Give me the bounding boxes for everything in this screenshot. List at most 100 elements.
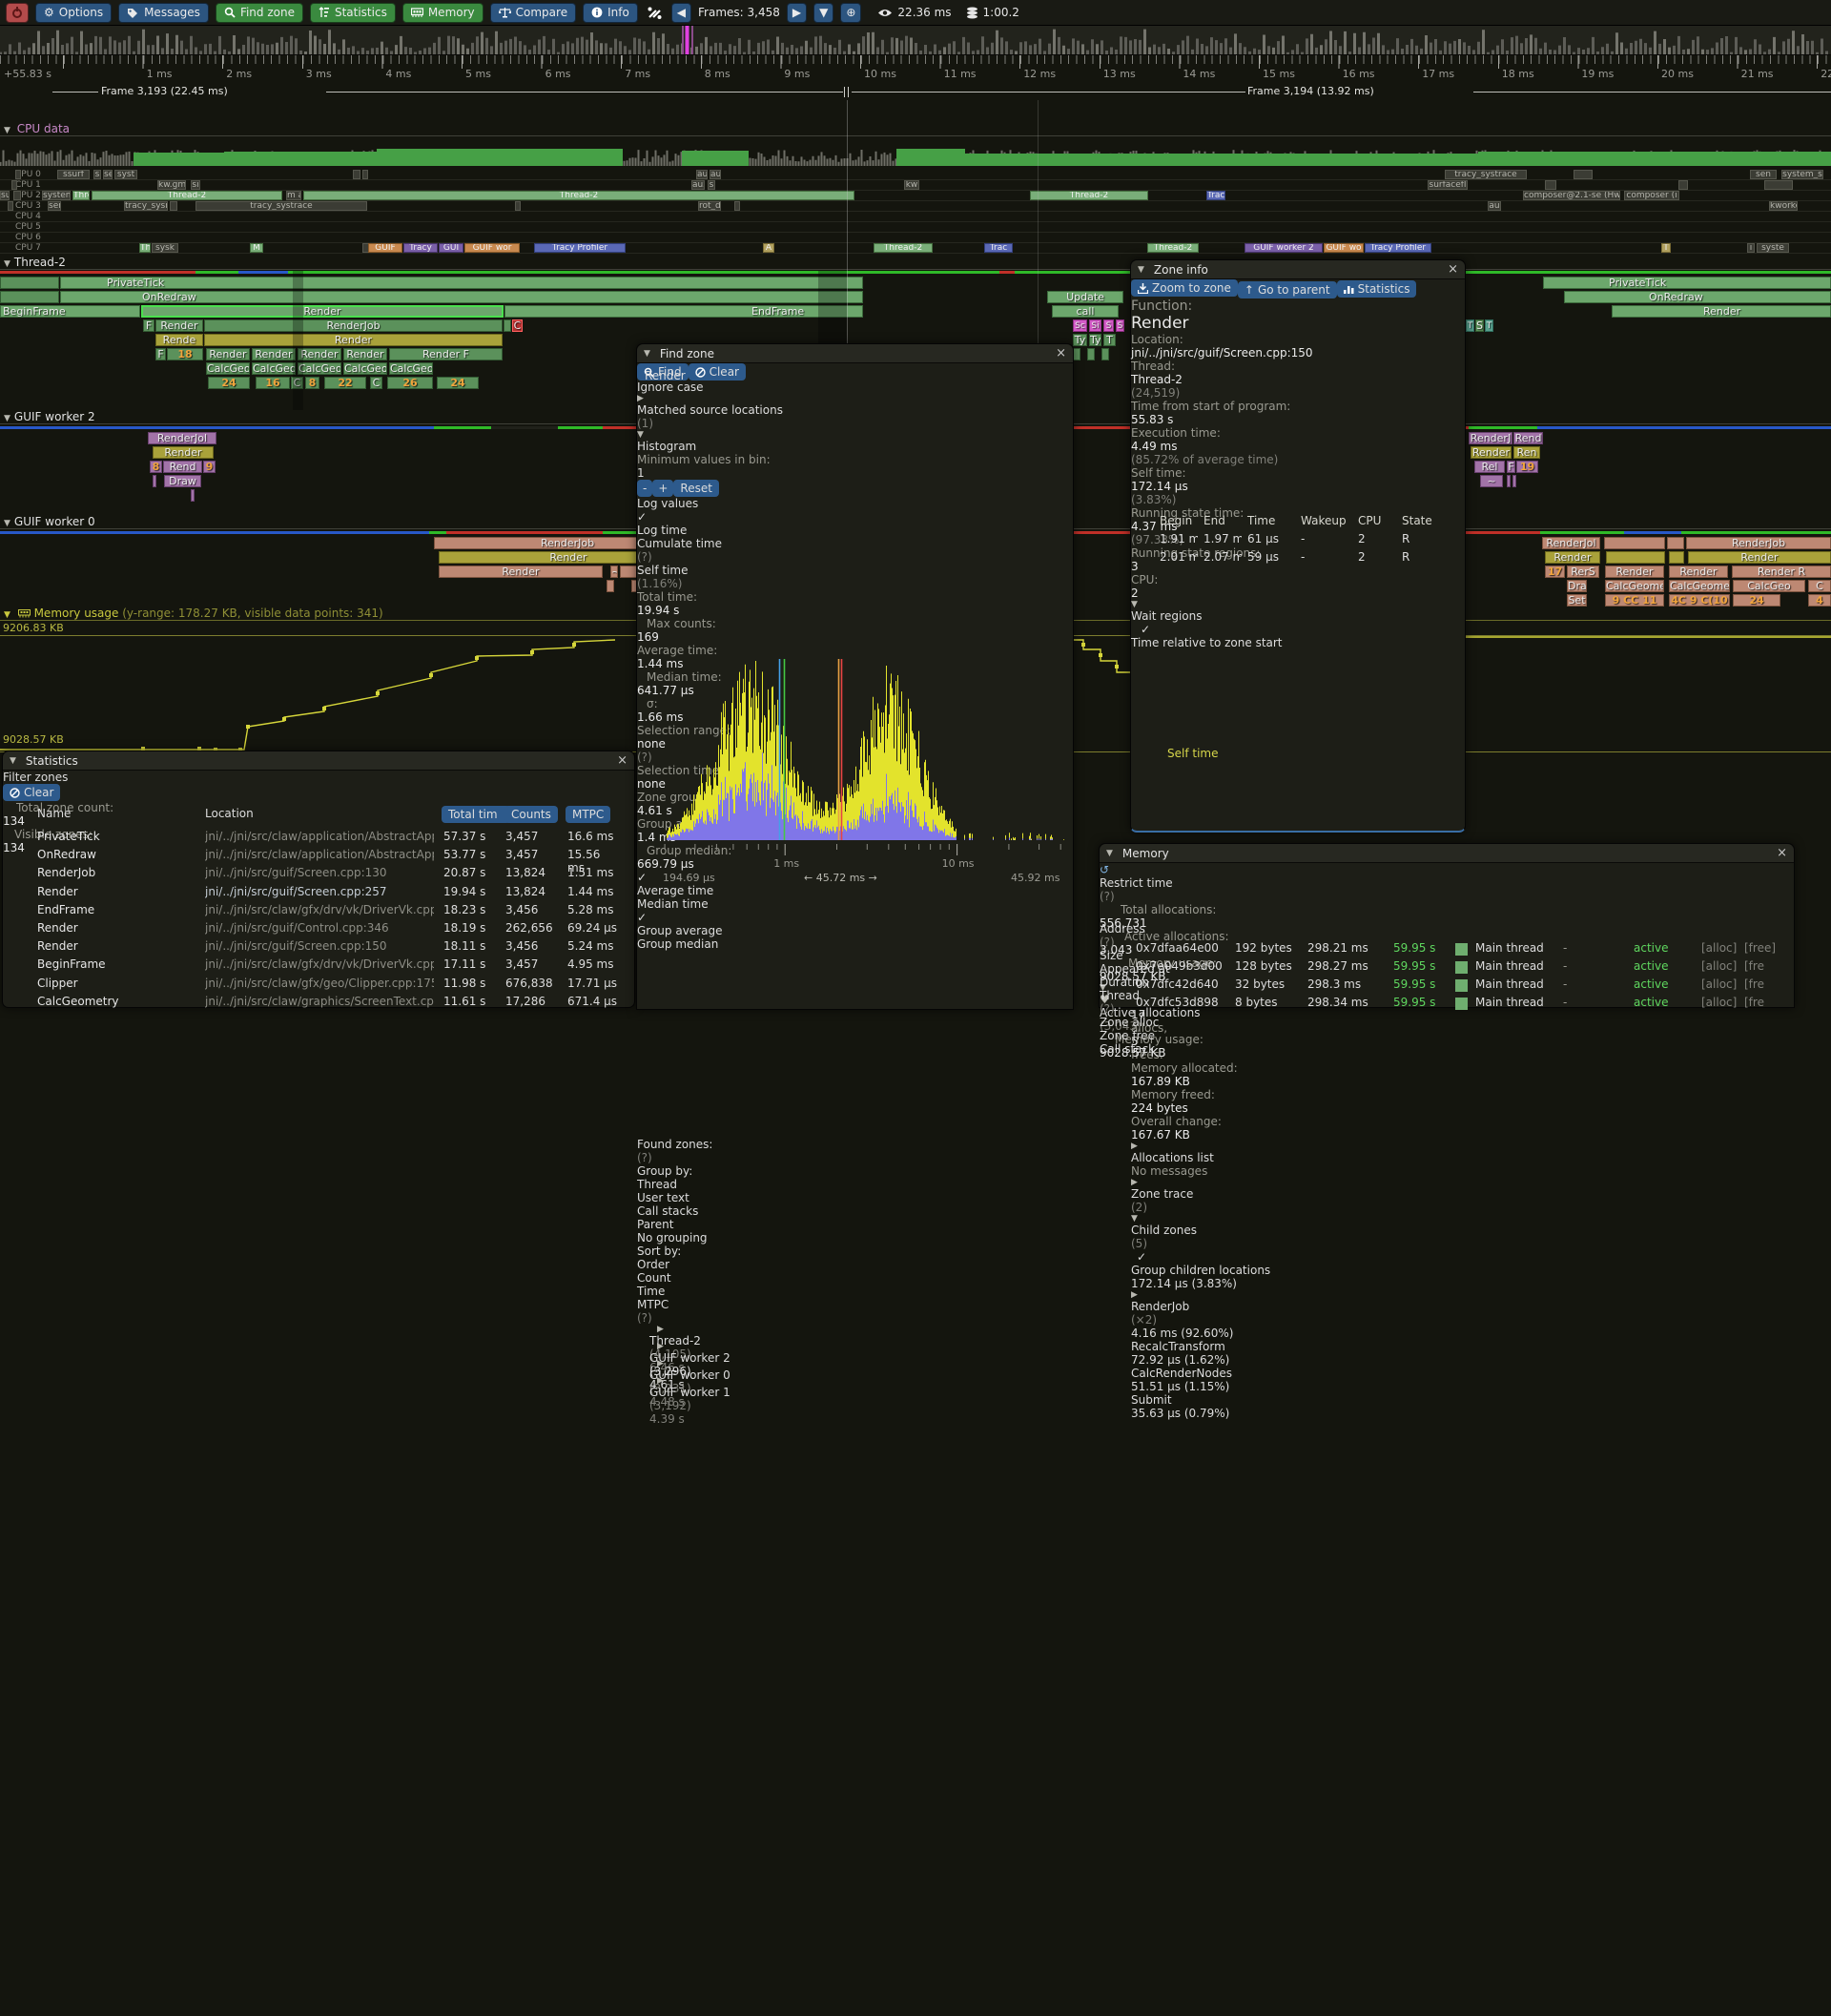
find-zone-search-input[interactable]: Render	[645, 369, 1065, 382]
power-button[interactable]	[6, 3, 29, 23]
cpu-timeline-zone[interactable]: Trac	[984, 243, 1013, 253]
timeline-zone[interactable]: F	[143, 319, 154, 332]
callstack-alloc-link[interactable]: [alloc]	[1701, 996, 1737, 1009]
timeline-zone[interactable]: CalcGeo	[1733, 580, 1805, 592]
memory-scrollbar[interactable]	[1100, 1654, 1108, 1738]
sort-counts-button[interactable]: Counts	[504, 806, 558, 823]
timeline-zone[interactable]: Render	[204, 334, 503, 346]
timeline-zone[interactable]: Draw	[164, 475, 201, 487]
cpu-timeline-zone[interactable]: system se	[42, 191, 71, 200]
memory-col-header[interactable]: Zone free	[1100, 1029, 1779, 1042]
timeline-zone[interactable]: Rend	[163, 461, 202, 473]
timeline-zone[interactable]: 18	[167, 348, 203, 360]
timeline-zone[interactable]: 19	[1516, 461, 1538, 473]
cpu-timeline-zone[interactable]: syst	[114, 170, 137, 179]
timeline-zone[interactable]	[1669, 551, 1684, 564]
zoom-to-zone-button[interactable]: Zoom to zone	[1131, 279, 1238, 297]
log-time-checkbox[interactable]: ✓	[637, 510, 1073, 524]
cpu-timeline-zone[interactable]	[13, 191, 21, 200]
statistics-row[interactable]: BeginFramejni/../jni/src/claw/gfx/drv/vk…	[3, 956, 621, 974]
timeline-zone[interactable]: 8	[305, 377, 319, 389]
timeline-zone[interactable]	[1512, 475, 1516, 487]
timeline-zone[interactable]: OnRedraw	[1564, 291, 1831, 303]
timeline-zone[interactable]: 16	[256, 377, 290, 389]
callstack-free-link[interactable]: [fre	[1744, 996, 1764, 1009]
close-icon[interactable]: ×	[1056, 346, 1066, 360]
decrement-button[interactable]: -	[637, 480, 652, 497]
cpu-timeline-zone[interactable]: tracy_systrace	[1445, 170, 1527, 179]
cpu-timeline-zone[interactable]: M	[250, 243, 263, 253]
cpu-timeline-zone[interactable]: Tracy Profiler	[1365, 243, 1431, 253]
relative-time-checkbox[interactable]: ✓	[1141, 623, 1465, 636]
zone-statistics-button[interactable]: Statistics	[1337, 280, 1417, 298]
timeline-zone[interactable]: 22	[324, 377, 366, 389]
cpu-timeline-zone[interactable]: GUIF worker 2	[1245, 243, 1323, 253]
timeline-zone[interactable]	[1667, 537, 1684, 549]
memory-col-header[interactable]: Zone alloc	[1100, 1016, 1779, 1029]
reset-button[interactable]: Reset	[673, 480, 719, 497]
cpu-timeline-zone[interactable]: ssurf	[57, 170, 90, 179]
found-zone-group-row[interactable]: ▶Thread-2(4,105)6.46 s	[637, 1325, 1075, 1342]
timeline-zone[interactable]: RenderJob	[1686, 537, 1831, 549]
timeline-zone[interactable]: Render	[1605, 566, 1664, 578]
cpu-timeline-zone[interactable]: GUIF wo	[1324, 243, 1364, 253]
cpu-timeline-zone[interactable]: syste	[1757, 243, 1789, 253]
timeline-zone[interactable]: Render	[343, 348, 387, 360]
clear-filter-button[interactable]: Clear	[3, 784, 60, 801]
timeline-zone[interactable]: 9 CC 11	[1605, 594, 1664, 607]
cpu-timeline-zone[interactable]: composer (i	[1624, 191, 1679, 200]
timeline-zone[interactable]	[1606, 551, 1665, 564]
info-button[interactable]: Info	[583, 3, 638, 23]
cpu-timeline-zone[interactable]: Thread-2	[303, 191, 854, 200]
timeline-zone[interactable]: OnRedraw	[60, 291, 863, 303]
cpu-timeline-zone[interactable]: tracy_systrace	[195, 201, 367, 211]
prev-frame-button[interactable]: ◀	[671, 3, 691, 23]
cpu-timeline-zone[interactable]	[1764, 180, 1793, 190]
timeline-zone[interactable]: Render	[252, 348, 296, 360]
timeline-zone[interactable]: 9	[203, 461, 216, 473]
timeline-zone[interactable]: Rend	[1513, 432, 1543, 444]
memory-button[interactable]: Memory	[402, 3, 483, 23]
frame-label-left[interactable]: Frame 3,193 (22.45 ms)	[101, 85, 228, 97]
options-button[interactable]: ⚙Options	[35, 3, 112, 23]
callstack-alloc-link[interactable]: [alloc]	[1701, 959, 1737, 973]
cpu-timeline-zone[interactable]: Tracy	[1206, 191, 1225, 200]
cpu-timeline-zone[interactable]: kw	[904, 180, 919, 190]
matched-locations-row[interactable]: ▶Matched source locations(1)	[637, 394, 1073, 430]
cpu-timeline-zone[interactable]	[8, 201, 13, 211]
cpu-timeline-zone[interactable]: tracy_sysn	[124, 201, 168, 211]
timeline-zone[interactable]: T	[1466, 319, 1474, 332]
timeline-zone[interactable]	[153, 475, 156, 487]
memory-row[interactable]: 0x7dfc53d8988 bytes298.34 ms59.95 sMain …	[1100, 996, 1779, 1014]
statistics-scrollbar[interactable]	[3, 1656, 11, 1854]
cpu-timeline-zone[interactable]	[15, 170, 21, 179]
timeline-zone[interactable]: Render	[1688, 551, 1831, 564]
cpu-timeline-zone[interactable]: composer@2.1-se (Hw	[1523, 191, 1620, 200]
statistics-button[interactable]: Statistics	[310, 3, 396, 23]
cpu-timeline-zone[interactable]: GUIF wor	[464, 243, 520, 253]
memory-panel-scrollbar[interactable]	[1100, 1765, 1108, 1903]
group-average-checkbox[interactable]: ✓	[637, 911, 1073, 924]
close-icon[interactable]: ×	[617, 753, 627, 768]
timeline-zone[interactable]: Ren	[1513, 446, 1540, 459]
statistics-row[interactable]: Renderjni/../jni/src/guif/Screen.cpp:257…	[3, 883, 621, 901]
timeline-zone[interactable]: Sc	[1073, 319, 1087, 332]
memory-scrollbar-thumb[interactable]	[1100, 1738, 1106, 1765]
cpu-timeline-zone[interactable]: au	[696, 170, 708, 179]
messages-button[interactable]: Messages	[118, 3, 209, 23]
cpu-timeline-zone[interactable]	[734, 201, 740, 211]
min-values-input[interactable]: 1	[637, 466, 721, 480]
cpu-timeline-zone[interactable]: Thread-2	[1147, 243, 1199, 253]
timeline-zone[interactable]: CalcGeo	[389, 362, 433, 375]
zone-info-panel-title[interactable]: ▼Zone info×	[1131, 260, 1465, 279]
memory-row[interactable]: 0x7dfaa64e00192 bytes298.21 ms59.95 sMai…	[1100, 941, 1779, 959]
timeline-zone[interactable]: CalcGeo	[343, 362, 387, 375]
timeline-zone[interactable]	[0, 277, 59, 289]
cpu-timeline-zone[interactable]: Thread-2	[92, 191, 282, 200]
timeline-zone[interactable]: Render R	[1732, 566, 1831, 578]
cpu-timeline-zone[interactable]	[1574, 170, 1593, 179]
increment-button[interactable]: +	[652, 480, 673, 497]
find-zone-button[interactable]: Find zone	[216, 3, 303, 23]
timeline-zone[interactable]: 4	[1808, 594, 1831, 607]
callstack-free-link[interactable]: [fre	[1744, 959, 1764, 973]
